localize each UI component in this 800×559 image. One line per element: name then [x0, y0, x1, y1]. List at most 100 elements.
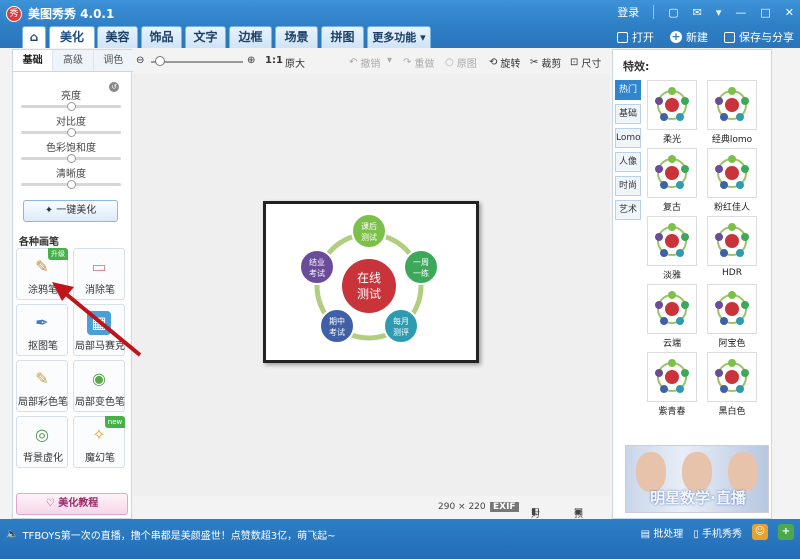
cycle-node-label: 一周 [413, 258, 429, 267]
maximize-icon[interactable]: □ [760, 6, 770, 19]
zoom-knob[interactable] [155, 56, 165, 66]
effect-item[interactable]: 淡雅 [647, 216, 697, 282]
tab-text[interactable]: 文字 [185, 26, 226, 48]
minimize-icon[interactable]: — [735, 6, 746, 19]
effects-tab-hot[interactable]: 热门 [615, 80, 641, 100]
contrast-slider[interactable]: 对比度 [21, 113, 121, 137]
banner-photo [682, 452, 712, 492]
banner-photo [728, 452, 758, 492]
chat-icon[interactable]: ▢ [668, 6, 678, 19]
cycle-diagram: 在线 测试 课后测试一周一练每月测评期中考试结业考试 [299, 213, 439, 344]
mail-icon[interactable]: ✉ [693, 6, 702, 19]
effect-item[interactable]: 黑白色 [707, 352, 757, 418]
effect-thumbnail [647, 216, 697, 266]
tab-accessories[interactable]: 饰品 [141, 26, 182, 48]
ticker-text: TFBOYS第一次の直播，撸个串都是美颜盛世！点赞数超3亿，萌飞起~ [22, 531, 336, 542]
effects-tab-fashion[interactable]: 时尚 [615, 176, 641, 196]
heart-icon: ♡ [45, 498, 59, 509]
save-share-button[interactable]: 保存与分享 [724, 29, 794, 45]
original-icon: ○ [445, 57, 454, 68]
one-key-beautify-button[interactable]: ✦ 一键美化 [23, 200, 118, 222]
tab-more[interactable]: 更多功能 ▾ [367, 26, 431, 48]
tab-beautify[interactable]: 美化 [49, 26, 95, 48]
local-color-brush-button[interactable]: ✎ 局部彩色笔 [16, 360, 68, 412]
brush-label: 魔幻笔 [85, 453, 115, 464]
add-icon[interactable]: + [778, 524, 794, 540]
exif-button[interactable]: EXIF [490, 502, 519, 512]
left-panel: 基础 高级 调色 ↺ 亮度 对比度 色彩饱和度 清晰度 ✦ 一键美化 各种画笔 … [12, 49, 133, 519]
undo-button[interactable]: ↶ 撤销 [349, 55, 380, 70]
smiley-icon[interactable]: ☺ [752, 524, 768, 540]
dropdown-icon[interactable]: ▾ [716, 6, 722, 19]
slider-knob[interactable] [67, 102, 76, 111]
magic-brush-button[interactable]: ✧ new 魔幻笔 [73, 416, 125, 468]
effects-tab-basic[interactable]: 基础 [615, 104, 641, 124]
slider-knob[interactable] [67, 128, 76, 137]
redo-button[interactable]: ↷ 重做 [403, 55, 434, 70]
promo-banner[interactable]: 明星数学·直播 [625, 445, 769, 513]
effects-tab-lomo[interactable]: Lomo [615, 128, 641, 148]
banner-photo [636, 452, 666, 492]
crop-button[interactable]: ✂ 裁剪 [530, 55, 561, 70]
image-canvas[interactable]: 在线 测试 课后 测试 一周 一练 每月 测评 期中 考试 结业 考试 [133, 74, 610, 496]
slider-knob[interactable] [67, 154, 76, 163]
brightness-slider[interactable]: 亮度 [21, 87, 121, 111]
local-recolor-brush-button[interactable]: ◉ 局部变色笔 [73, 360, 125, 412]
effect-item[interactable]: 柔光 [647, 80, 697, 146]
effect-item[interactable]: HDR [707, 216, 757, 282]
app-title: 美图秀秀 4.0.1 [28, 7, 115, 21]
zoom-in-icon[interactable]: ⊕ [247, 55, 255, 66]
tab-border[interactable]: 边框 [229, 26, 272, 48]
effect-label: 阿宝色 [718, 339, 746, 349]
edited-photo[interactable]: 在线 测试 课后 测试 一周 一练 每月 测评 期中 考试 结业 考试 [263, 201, 479, 363]
saturation-slider[interactable]: 色彩饱和度 [21, 139, 121, 163]
sharpness-slider[interactable]: 清晰度 [21, 165, 121, 189]
batch-button[interactable]: ▤ 批处理 [641, 525, 684, 540]
effect-item[interactable]: 复古 [647, 148, 697, 214]
mosaic-brush-button[interactable]: ▦ 局部马赛克 [73, 304, 125, 356]
effect-item[interactable]: 阿宝色 [707, 284, 757, 350]
new-button[interactable]: + 新建 [670, 29, 708, 45]
brush-label: 局部变色笔 [75, 397, 125, 408]
undo-icon: ↶ [349, 57, 358, 68]
app-window: 秀 美图秀秀 4.0.1 登录 ▢ ✉ ▾ — □ ✕ ⌂ 美化 美容 饰品 文… [0, 0, 800, 559]
doodle-brush-button[interactable]: ✎ 升级 涂鸦笔 [16, 248, 68, 300]
open-button[interactable]: 打开 [617, 29, 654, 45]
login-link[interactable]: 登录 [617, 4, 639, 20]
slider-knob[interactable] [67, 180, 76, 189]
effects-tab-portrait[interactable]: 人像 [615, 152, 641, 172]
undo-dropdown-icon[interactable]: ▾ [387, 55, 392, 66]
resize-button[interactable]: ⊡ 尺寸 [570, 55, 601, 70]
subtab-color[interactable]: 调色 [93, 50, 133, 71]
background-blur-button[interactable]: ◎ 背景虚化 [16, 416, 68, 468]
mobile-button[interactable]: ▯ 手机秀秀 [693, 525, 742, 540]
effect-item[interactable]: 紫青春 [647, 352, 697, 418]
zoom-out-icon[interactable]: ⊖ [136, 55, 144, 66]
eraser-icon: ▭ [91, 257, 107, 276]
cutout-brush-button[interactable]: ✒ 抠图笔 [16, 304, 68, 356]
subtab-basic[interactable]: 基础 [13, 50, 54, 71]
effects-tab-art[interactable]: 艺术 [615, 200, 641, 220]
tab-scene[interactable]: 场景 [275, 26, 318, 48]
brush-label: 抠图笔 [28, 341, 58, 352]
blur-icon: ◎ [35, 425, 49, 444]
news-ticker[interactable]: 🔈 TFBOYS第一次の直播，撸个串都是美颜盛世！点赞数超3亿，萌飞起~ [6, 527, 336, 542]
effect-label: HDR [722, 268, 742, 278]
tab-home[interactable]: ⌂ [22, 26, 46, 48]
effect-label: 紫青春 [658, 407, 686, 417]
tab-beauty[interactable]: 美容 [97, 26, 138, 48]
original-size-button[interactable]: 原大 [285, 55, 305, 70]
close-icon[interactable]: ✕ [785, 6, 794, 19]
effect-item[interactable]: 云端 [647, 284, 697, 350]
subtab-advanced[interactable]: 高级 [53, 50, 94, 71]
bottom-bar: 🔈 TFBOYS第一次の直播，撸个串都是美颜盛世！点赞数超3亿，萌飞起~ ▤ 批处… [0, 519, 800, 559]
speaker-icon: 🔈 [6, 529, 19, 540]
beautify-tutorial-button[interactable]: ♡ 美化教程 [16, 493, 128, 515]
effect-item[interactable]: 经典lomo [707, 80, 757, 146]
eraser-brush-button[interactable]: ▭ 消除笔 [73, 248, 125, 300]
effect-item[interactable]: 粉红佳人 [707, 148, 757, 214]
original-button[interactable]: ○ 原图 [445, 55, 477, 70]
tab-collage[interactable]: 拼图 [321, 26, 364, 48]
ratio-button[interactable]: 1:1 [265, 55, 283, 66]
rotate-button[interactable]: ⟲ 旋转 [489, 55, 520, 70]
